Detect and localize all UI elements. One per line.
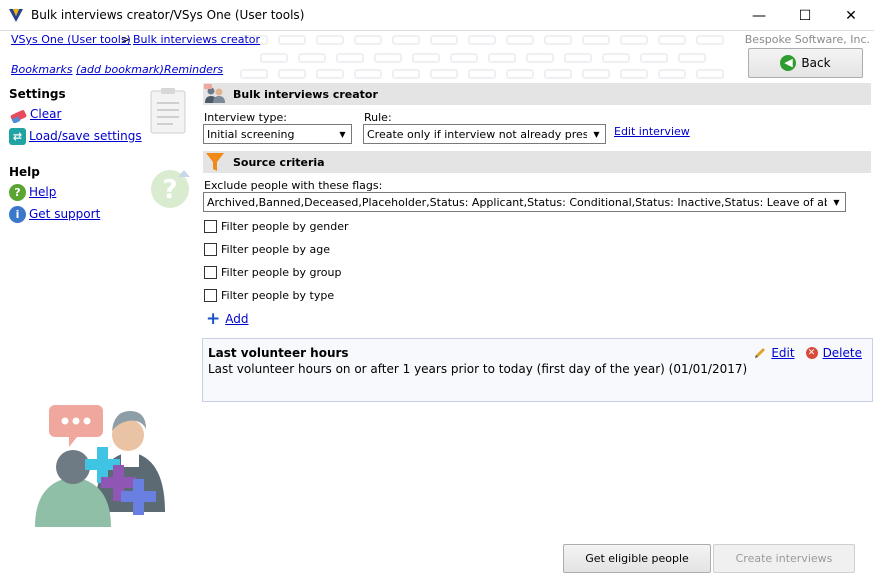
- exclude-flags-label: Exclude people with these flags:: [204, 179, 383, 192]
- filter-age-row[interactable]: Filter people by age: [204, 241, 330, 257]
- back-button[interactable]: ◀ Back: [748, 48, 863, 78]
- add-criteria[interactable]: + Add: [206, 309, 248, 329]
- watermark-pattern: [240, 69, 734, 81]
- exclude-flags-select[interactable]: Archived,Banned,Deceased,Placeholder,Sta…: [203, 192, 846, 212]
- help-watermark-icon: ?: [151, 170, 190, 208]
- exclude-flags-value: Archived,Banned,Deceased,Placeholder,Sta…: [207, 195, 827, 209]
- criteria-item-actions: Edit ✕ Delete: [753, 346, 862, 360]
- question-icon: ?: [9, 183, 26, 201]
- plus-icon: +: [206, 309, 221, 329]
- app-logo-icon: [9, 9, 23, 22]
- clear-link[interactable]: Clear: [30, 107, 61, 121]
- creator-section-header: Bulk interviews creator: [203, 83, 871, 105]
- filter-age-label: Filter people by age: [221, 242, 331, 256]
- window-title: Bulk interviews creator/VSys One (User t…: [31, 8, 305, 22]
- get-eligible-button[interactable]: Get eligible people: [563, 544, 711, 573]
- filter-gender-checkbox[interactable]: [204, 219, 217, 233]
- filter-age-checkbox[interactable]: [204, 242, 217, 256]
- back-label: Back: [801, 56, 831, 70]
- title-bar: Bulk interviews creator/VSys One (User t…: [0, 0, 874, 31]
- breadcrumb-home[interactable]: VSys One (User tools): [11, 33, 131, 46]
- clipboard-icon: [150, 88, 186, 134]
- add-bookmark-link[interactable]: (add bookmark): [76, 63, 164, 76]
- create-interviews-button[interactable]: Create interviews: [713, 544, 855, 573]
- settings-heading: Settings: [9, 87, 66, 101]
- support-link[interactable]: Get support: [29, 207, 100, 221]
- load-save-item[interactable]: ⇄ Load/save settings: [9, 127, 142, 145]
- interview-type-label: Interview type:: [204, 111, 287, 124]
- filter-type-label: Filter people by type: [221, 288, 335, 302]
- rule-label: Rule:: [364, 111, 392, 124]
- criteria-edit-link[interactable]: Edit: [771, 346, 794, 360]
- breadcrumb-separator: >: [121, 33, 131, 46]
- edit-interview-link[interactable]: Edit interview: [614, 125, 690, 138]
- minimize-button[interactable]: —: [736, 0, 782, 31]
- breadcrumb-current[interactable]: Bulk interviews creator: [133, 33, 260, 46]
- load-save-link[interactable]: Load/save settings: [29, 129, 142, 143]
- rule-value: Create only if interview not already pre…: [367, 127, 587, 141]
- watermark-pattern: [260, 53, 716, 66]
- filter-gender-row[interactable]: Filter people by gender: [204, 218, 349, 234]
- help-item[interactable]: ? Help: [9, 183, 56, 201]
- svg-text:?: ?: [162, 175, 177, 205]
- pencil-icon: [755, 348, 766, 358]
- chevron-down-icon: ▼: [334, 125, 351, 143]
- swap-icon: ⇄: [9, 127, 26, 145]
- criteria-section-header: Source criteria: [203, 151, 871, 173]
- filter-type-row[interactable]: Filter people by type: [204, 287, 334, 303]
- watermark-pattern: [240, 35, 734, 48]
- clear-item[interactable]: Clear: [9, 105, 61, 123]
- support-item[interactable]: i Get support: [9, 205, 100, 223]
- filter-type-checkbox[interactable]: [204, 288, 217, 302]
- interview-type-select[interactable]: Initial screening ▼: [203, 124, 352, 144]
- bookmarks-link[interactable]: Bookmarks: [11, 63, 72, 76]
- chevron-down-icon: ▼: [588, 125, 605, 143]
- criteria-item-description: Last volunteer hours on or after 1 years…: [208, 362, 748, 376]
- info-icon: i: [9, 205, 26, 223]
- creator-section-title: Bulk interviews creator: [233, 87, 378, 101]
- maximize-button[interactable]: ☐: [782, 0, 828, 31]
- people-group-icon: [204, 84, 225, 103]
- filter-group-checkbox[interactable]: [204, 265, 217, 279]
- back-arrow-icon: ◀: [780, 55, 797, 71]
- criteria-section-title: Source criteria: [233, 155, 325, 169]
- delete-icon: ✕: [805, 347, 818, 359]
- chevron-down-icon: ▼: [828, 193, 845, 211]
- criteria-item-title: Last volunteer hours: [208, 346, 349, 360]
- help-heading: Help: [9, 165, 40, 179]
- filter-group-row[interactable]: Filter people by group: [204, 264, 341, 280]
- add-criteria-link[interactable]: Add: [225, 312, 248, 326]
- help-link[interactable]: Help: [29, 185, 56, 199]
- reminders-link[interactable]: Reminders: [164, 63, 223, 76]
- filter-group-label: Filter people by group: [221, 265, 342, 279]
- rule-select[interactable]: Create only if interview not already pre…: [363, 124, 606, 144]
- company-name: Bespoke Software, Inc.: [744, 33, 870, 46]
- criteria-delete-link[interactable]: Delete: [823, 346, 862, 360]
- criteria-item: Last volunteer hours Last volunteer hour…: [202, 338, 873, 402]
- interview-type-value: Initial screening: [207, 127, 295, 141]
- filter-gender-label: Filter people by gender: [221, 219, 349, 233]
- eraser-icon: [10, 109, 27, 123]
- people-illustration: [35, 405, 165, 527]
- filter-funnel-icon: [206, 153, 224, 171]
- close-button[interactable]: ✕: [828, 0, 874, 31]
